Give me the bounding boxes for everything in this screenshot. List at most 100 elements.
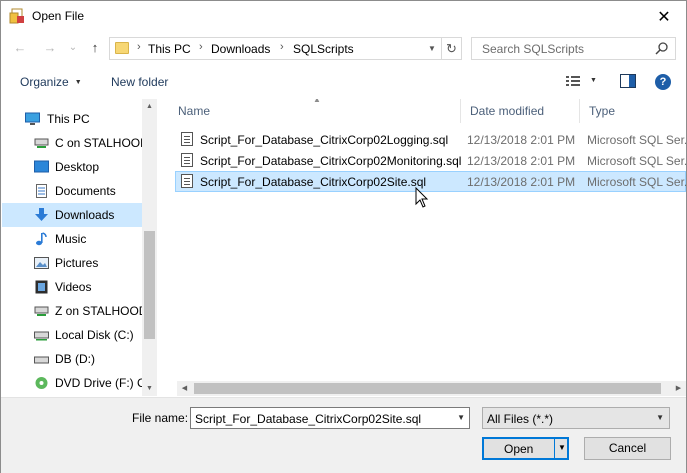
sidebar-item-label: Desktop — [55, 160, 100, 174]
sidebar-item-local-disk-c[interactable]: Local Disk (C:) — [2, 323, 142, 347]
sidebar-item-db-d[interactable]: DB (D:) — [2, 347, 142, 371]
search-input[interactable]: Search SQLScripts — [471, 37, 676, 60]
refresh-button[interactable]: ↻ — [441, 38, 461, 59]
chevron-down-icon[interactable]: ▼ — [457, 413, 465, 422]
network-drive-icon — [34, 138, 49, 148]
breadcrumb-separator: › — [137, 41, 141, 53]
file-row[interactable]: Script_For_Database_CitrixCorp02Logging.… — [175, 129, 686, 150]
file-type-value: All Files (*.*) — [487, 412, 554, 426]
downloads-icon — [35, 208, 48, 221]
navigation-pane: This PC C on STALHOOD Desktop Documents … — [2, 99, 157, 396]
breadcrumb-this-pc[interactable]: This PC — [148, 42, 191, 56]
column-header-name[interactable]: Name ▲ — [169, 99, 461, 123]
folder-icon — [115, 42, 129, 54]
sidebar-item-music[interactable]: Music — [2, 227, 142, 251]
chevron-down-icon: ▼ — [74, 79, 82, 86]
file-type: Microsoft SQL Ser... — [587, 133, 686, 147]
scroll-down-arrow-icon[interactable]: ▼ — [142, 381, 157, 396]
mouse-cursor-icon — [415, 187, 429, 208]
column-header-date[interactable]: Date modified — [461, 99, 580, 123]
scrollbar-thumb[interactable] — [144, 231, 155, 339]
scroll-right-arrow-icon[interactable]: ▶ — [671, 381, 686, 396]
new-folder-button[interactable]: New folder — [111, 75, 168, 89]
close-button[interactable]: ✕ — [642, 1, 686, 32]
view-dropdown-icon[interactable]: ▼ — [590, 77, 597, 84]
open-file-dialog: Open File ✕ ← → ⌄ ↑ › This PC › Download… — [0, 0, 687, 473]
network-drive-icon — [34, 306, 49, 316]
dvd-icon — [35, 377, 48, 389]
search-placeholder: Search SQLScripts — [482, 42, 585, 56]
forward-button[interactable]: → — [41, 39, 59, 57]
view-options-icon[interactable] — [566, 75, 580, 88]
desktop-icon — [34, 160, 49, 173]
breadcrumb-downloads[interactable]: Downloads — [211, 42, 270, 56]
navigation-scrollbar[interactable]: ▲ ▼ — [142, 99, 157, 396]
chevron-down-icon: ▼ — [656, 413, 664, 422]
title-bar: Open File ✕ — [1, 1, 686, 32]
file-row[interactable]: Script_For_Database_CitrixCorp02Monitori… — [175, 150, 686, 171]
sidebar-item-dvd-drive-f[interactable]: DVD Drive (F:) C\ — [2, 371, 149, 395]
file-name-input[interactable]: Script_For_Database_CitrixCorp02Site.sql… — [190, 407, 470, 429]
sidebar-item-label: Local Disk (C:) — [55, 328, 134, 342]
recent-locations-button[interactable]: ⌄ — [64, 39, 82, 57]
file-name: Script_For_Database_CitrixCorp02Logging.… — [200, 133, 449, 147]
disk-icon — [34, 356, 49, 364]
sidebar-item-documents[interactable]: Documents — [2, 179, 142, 203]
window-title: Open File — [32, 9, 85, 23]
open-button[interactable]: Open ▼ — [482, 437, 569, 460]
organize-label: Organize — [20, 75, 69, 89]
scroll-up-arrow-icon[interactable]: ▲ — [142, 99, 157, 114]
breadcrumb-sqlscripts[interactable]: SQLScripts — [293, 42, 354, 56]
horizontal-scrollbar[interactable]: ◀ ▶ — [177, 381, 686, 396]
navigation-bar: ← → ⌄ ↑ › This PC › Downloads › SQLScrip… — [1, 33, 686, 63]
sidebar-item-downloads[interactable]: Downloads — [2, 203, 142, 227]
scroll-left-arrow-icon[interactable]: ◀ — [177, 381, 192, 396]
sql-file-icon — [181, 174, 193, 188]
dialog-footer: File name: Script_For_Database_CitrixCor… — [1, 397, 686, 473]
scrollbar-thumb[interactable] — [194, 383, 661, 394]
file-date: 12/13/2018 2:01 PM — [467, 175, 576, 189]
sidebar-item-label: Documents — [55, 184, 116, 198]
help-icon[interactable]: ? — [655, 74, 671, 90]
disk-icon — [34, 331, 49, 341]
cancel-button[interactable]: Cancel — [584, 437, 671, 460]
sidebar-item-z-on-stalhood[interactable]: Z on STALHOOD — [2, 299, 147, 323]
sidebar-item-this-pc[interactable]: This PC — [2, 107, 142, 131]
column-header-type[interactable]: Type — [580, 99, 686, 123]
documents-icon — [36, 184, 47, 198]
back-button[interactable]: ← — [11, 39, 29, 57]
sidebar-item-videos[interactable]: Videos — [2, 275, 142, 299]
up-button[interactable]: ↑ — [86, 39, 104, 57]
file-type: Microsoft SQL Ser... — [587, 154, 686, 168]
sidebar-item-pictures[interactable]: Pictures — [2, 251, 142, 275]
file-name-value: Script_For_Database_CitrixCorp02Site.sql — [195, 412, 422, 426]
address-dropdown[interactable]: ▼ — [425, 41, 439, 57]
file-type: Microsoft SQL Ser... — [587, 175, 686, 189]
sidebar-item-label: This PC — [47, 112, 90, 126]
sidebar-item-label: Z on STALHOOD — [55, 304, 148, 318]
pictures-icon — [34, 257, 49, 269]
monitor-icon — [25, 112, 40, 125]
sql-file-icon — [181, 153, 193, 167]
sidebar-item-label: Music — [55, 232, 87, 246]
open-dropdown-icon[interactable]: ▼ — [558, 443, 566, 452]
column-name-label: Name — [178, 104, 211, 118]
sidebar-item-label: Downloads — [55, 208, 115, 222]
file-row-selected[interactable]: Script_For_Database_CitrixCorp02Site.sql… — [175, 171, 686, 192]
sidebar-item-label: DVD Drive (F:) C\ — [55, 376, 149, 390]
app-icon — [9, 8, 24, 24]
organize-button[interactable]: Organize ▼ — [20, 75, 82, 89]
file-name: Script_For_Database_CitrixCorp02Site.sql — [200, 175, 427, 189]
file-type-select[interactable]: All Files (*.*) ▼ — [482, 407, 670, 429]
music-icon — [36, 232, 47, 246]
open-label: Open — [504, 442, 534, 456]
file-name: Script_For_Database_CitrixCorp02Monitori… — [200, 154, 462, 168]
videos-icon — [35, 280, 48, 294]
preview-pane-icon[interactable] — [620, 74, 636, 88]
sidebar-item-c-on-stalhood[interactable]: C on STALHOOD — [2, 131, 149, 155]
sidebar-item-label: C on STALHOOD — [55, 136, 149, 150]
file-name-label: File name: — [132, 411, 189, 425]
search-icon — [655, 42, 668, 55]
sidebar-item-desktop[interactable]: Desktop — [2, 155, 142, 179]
address-bar[interactable]: › This PC › Downloads › SQLScripts ▼ ↻ — [109, 37, 462, 60]
